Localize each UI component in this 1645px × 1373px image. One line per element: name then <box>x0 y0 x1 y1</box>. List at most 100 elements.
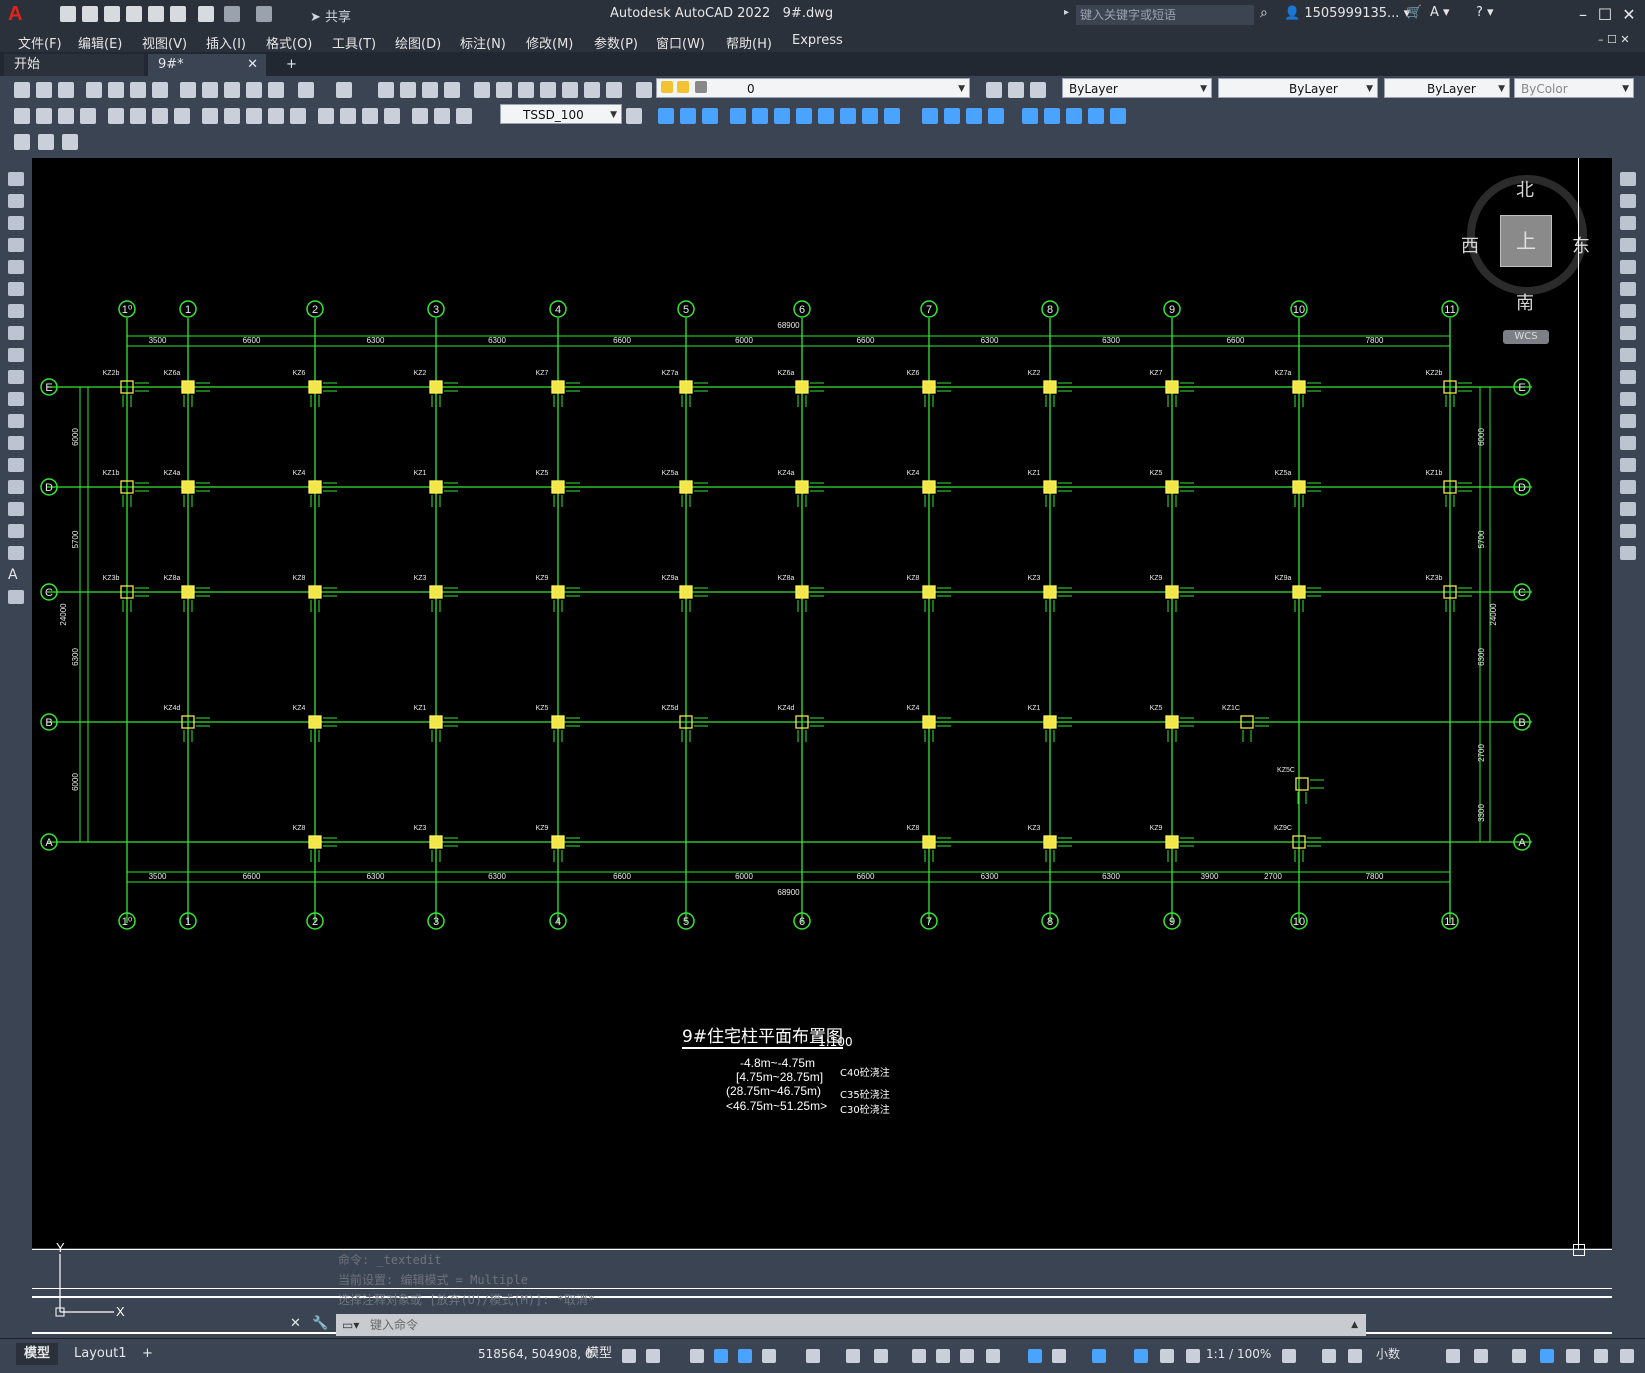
tssd-tool-11-icon[interactable] <box>884 108 900 124</box>
auto-scale-icon[interactable] <box>1160 1349 1174 1363</box>
layer-properties-icon[interactable] <box>636 82 652 98</box>
linear-dimension-icon[interactable] <box>14 108 30 124</box>
center-mark-icon[interactable] <box>340 108 356 124</box>
publish-icon[interactable] <box>130 82 146 98</box>
dimension-style-icon[interactable] <box>626 108 642 124</box>
lock-ui-icon[interactable] <box>1474 1349 1488 1363</box>
menu-parametric[interactable]: 参数(P) <box>594 33 638 52</box>
line-icon[interactable] <box>8 172 24 186</box>
selection-filter-icon[interactable] <box>1052 1349 1066 1363</box>
close-command-icon[interactable]: ✕ <box>290 1316 301 1331</box>
point-icon[interactable] <box>8 458 24 472</box>
sheet-set-icon[interactable] <box>540 82 556 98</box>
join-icon[interactable] <box>1620 458 1636 472</box>
chevron-down-icon[interactable]: ▼ <box>958 79 965 99</box>
cut-icon[interactable] <box>180 82 196 98</box>
stretch-icon[interactable] <box>1620 348 1636 362</box>
chamfer-icon[interactable] <box>1620 480 1636 494</box>
share-button[interactable]: ➤ 共享 <box>310 6 351 25</box>
dimension-update-icon[interactable] <box>456 108 472 124</box>
tab-model[interactable]: 模型 <box>16 1343 59 1365</box>
object-snap-icon[interactable] <box>874 1349 888 1363</box>
tolerance-icon[interactable] <box>318 108 334 124</box>
tssd-tool-15-icon[interactable] <box>988 108 1004 124</box>
cart-icon[interactable]: 🛒 <box>1406 5 1422 20</box>
arc-icon[interactable] <box>8 282 24 296</box>
wcs-menu[interactable]: WCS <box>1503 330 1549 344</box>
menu-insert[interactable]: 插入(I) <box>206 33 246 52</box>
continue-icon[interactable] <box>246 108 262 124</box>
chevron-down-icon[interactable]: ▼ <box>1622 79 1629 99</box>
zoom-realtime-icon[interactable] <box>400 82 416 98</box>
customization-icon[interactable] <box>1594 1349 1608 1363</box>
sun-icon[interactable] <box>677 81 689 93</box>
save-icon[interactable] <box>104 6 120 22</box>
lightbulb-icon[interactable] <box>661 81 673 93</box>
zoom-window-icon[interactable] <box>422 82 438 98</box>
radius-icon[interactable] <box>108 108 124 124</box>
copy-icon[interactable] <box>202 82 218 98</box>
compass-north[interactable]: 北 <box>1516 176 1534 202</box>
block-editor-icon[interactable] <box>268 82 284 98</box>
match-properties-icon[interactable] <box>246 82 262 98</box>
redo-icon[interactable] <box>256 6 272 22</box>
blend-curves-icon[interactable] <box>1620 524 1636 538</box>
dynamic-ucs-icon[interactable] <box>1028 1349 1042 1363</box>
tssd-tool-16-icon[interactable] <box>1022 108 1038 124</box>
object-snap-tracking-icon[interactable] <box>846 1349 860 1363</box>
add-layout-icon[interactable]: + <box>134 1343 161 1365</box>
menu-edit[interactable]: 编辑(E) <box>78 33 122 52</box>
design-center-icon[interactable] <box>496 82 512 98</box>
color-dropdown[interactable]: ByLayer ▼ <box>1062 78 1212 98</box>
tssd-tool-1-icon[interactable] <box>658 108 674 124</box>
save-as-icon[interactable] <box>126 6 142 22</box>
tssd-tool-8-icon[interactable] <box>818 108 834 124</box>
extend-icon[interactable] <box>1620 392 1636 406</box>
units-icon[interactable] <box>1348 1349 1362 1363</box>
annotation-scale-readout[interactable]: 1:1 / 100% <box>1198 1343 1279 1365</box>
ortho-mode-icon[interactable] <box>738 1349 752 1363</box>
tssd-tool-20-icon[interactable] <box>1110 108 1126 124</box>
new-tab-icon[interactable]: + <box>276 54 302 76</box>
help-icon[interactable]: ? ▾ <box>1476 5 1494 20</box>
units-readout[interactable]: 小数 <box>1368 1343 1408 1365</box>
tssd-tool-3-icon[interactable] <box>702 108 718 124</box>
paste-icon[interactable] <box>224 82 240 98</box>
close-tab-icon[interactable]: ✕ <box>247 54 258 76</box>
multiline-text-icon[interactable]: A <box>8 568 24 582</box>
properties-icon[interactable] <box>474 82 490 98</box>
tssd-tool-6-icon[interactable] <box>774 108 790 124</box>
dimension-break-icon[interactable] <box>290 108 306 124</box>
lineweight-icon[interactable] <box>912 1349 926 1363</box>
tool-palettes-icon[interactable] <box>518 82 534 98</box>
chevron-right-icon[interactable]: ▸ <box>1064 7 1069 18</box>
polyline-icon[interactable] <box>8 216 24 230</box>
arc-length-icon[interactable] <box>58 108 74 124</box>
tssd-tool-4-icon[interactable] <box>730 108 746 124</box>
break-icon[interactable] <box>1620 436 1636 450</box>
command-prompt-icon[interactable]: ▭▾ <box>342 1314 359 1336</box>
compass-west[interactable]: 西 <box>1461 232 1479 258</box>
lock-icon[interactable] <box>695 81 707 93</box>
construction-line-icon[interactable] <box>8 194 24 208</box>
menu-window[interactable]: 窗口(W) <box>656 33 705 52</box>
tssd-tool-7-icon[interactable] <box>796 108 812 124</box>
jogged-icon[interactable] <box>130 108 146 124</box>
selection-cycling-icon[interactable] <box>960 1349 974 1363</box>
close-button[interactable]: ✕ <box>1614 2 1644 28</box>
angular-icon[interactable] <box>174 108 190 124</box>
trim-icon[interactable] <box>1620 370 1636 384</box>
tab-drawing[interactable]: 9#* ✕ <box>148 54 266 76</box>
chevron-up-icon[interactable]: ▲ <box>1351 1314 1358 1336</box>
tssd-tool-2-icon[interactable] <box>680 108 696 124</box>
tssd-tool-18-icon[interactable] <box>1066 108 1082 124</box>
mirror-icon[interactable] <box>1620 216 1636 230</box>
table-icon[interactable] <box>8 546 24 560</box>
save-web-icon[interactable] <box>170 6 186 22</box>
grid-icon[interactable] <box>622 1349 636 1363</box>
chevron-down-icon[interactable]: ▼ <box>1498 79 1505 99</box>
3d-print-icon[interactable] <box>152 82 168 98</box>
tssd-tool-9-icon[interactable] <box>840 108 856 124</box>
calculator-icon[interactable] <box>584 82 600 98</box>
menu-modify[interactable]: 修改(M) <box>526 33 573 52</box>
